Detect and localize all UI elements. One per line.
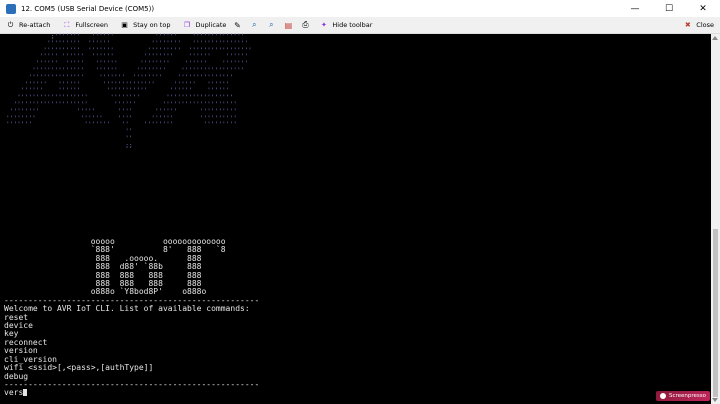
toolbar: ⏻ Re-attach ⛶ Fullscreen ▣ Stay on top ❐…: [0, 17, 720, 34]
fullscreen-label: Fullscreen: [75, 21, 109, 29]
separator-bottom: ----------------------------------------…: [4, 379, 260, 389]
print-icon[interactable]: ⎙: [299, 19, 311, 31]
terminal-text: ooooo ooooooooooooo `888' 8' 888 `8 888 …: [4, 237, 260, 398]
plug-icon: ⏻: [7, 20, 14, 29]
fullscreen-icon: ⛶: [64, 20, 70, 29]
maximize-button[interactable]: ☐: [652, 0, 686, 17]
title-bar: 12. COM5 (USB Serial Device (COM5)) — ☐ …: [0, 0, 720, 17]
ascii-logo: ooooo ooooooooooooo `888' 8' 888 `8 888 …: [90, 237, 226, 297]
pin-icon: ✦: [320, 21, 327, 29]
scroll-thumb[interactable]: [713, 229, 718, 397]
hide-toolbar-label: Hide toolbar: [332, 21, 373, 29]
fullscreen-button[interactable]: ⛶ Fullscreen: [62, 21, 108, 30]
vertical-scrollbar[interactable]: [711, 34, 720, 404]
duplicate-button[interactable]: ❐ Duplicate: [182, 21, 227, 30]
duplicate-icon: ❐: [183, 21, 191, 29]
stay-on-top-button[interactable]: ▣ Stay on top: [120, 21, 170, 30]
search-icon[interactable]: ⌕: [248, 19, 260, 31]
toolbar-close-button[interactable]: ✖ Close: [683, 17, 714, 33]
screenpresso-watermark: Screenpresso: [655, 391, 710, 401]
edit-icon[interactable]: ✎: [231, 19, 243, 31]
minimize-button[interactable]: —: [618, 0, 652, 17]
save-icon[interactable]: ▤: [282, 19, 294, 31]
scroll-up-icon[interactable]: [712, 36, 718, 40]
reattach-label: Re-attach: [19, 21, 51, 29]
duplicate-label: Duplicate: [195, 21, 227, 29]
ascii-banner-art: ;''''''' '''''' '''''' '''''''''''''' ''…: [6, 33, 252, 149]
window-title: 12. COM5 (USB Serial Device (COM5)): [21, 4, 155, 13]
close-icon: ✖: [684, 21, 691, 29]
screenpresso-logo-icon: [659, 393, 666, 399]
zoom-icon[interactable]: ⌕: [265, 19, 277, 31]
reattach-button[interactable]: ⏻ Re-attach: [6, 20, 51, 30]
prompt-input[interactable]: vers: [4, 388, 23, 397]
toolbar-close-label: Close: [696, 21, 714, 29]
app-icon: [6, 3, 16, 14]
terminal-output[interactable]: ;''''''' '''''' '''''' '''''''''''''' ''…: [0, 33, 711, 404]
hide-toolbar-button[interactable]: ✦ Hide toolbar: [319, 21, 372, 30]
command-list: reset device key reconnect version cli_v…: [4, 313, 153, 381]
scroll-down-icon[interactable]: [712, 398, 718, 402]
watermark-text: Screenpresso: [668, 393, 706, 399]
window-icon: ▣: [121, 21, 128, 29]
welcome-message: Welcome to AVR IoT CLI. List of availabl…: [4, 304, 250, 314]
text-cursor: [23, 389, 28, 397]
close-button[interactable]: ✕: [686, 0, 720, 17]
window-controls: — ☐ ✕: [618, 0, 720, 17]
stay-on-top-label: Stay on top: [133, 21, 171, 29]
